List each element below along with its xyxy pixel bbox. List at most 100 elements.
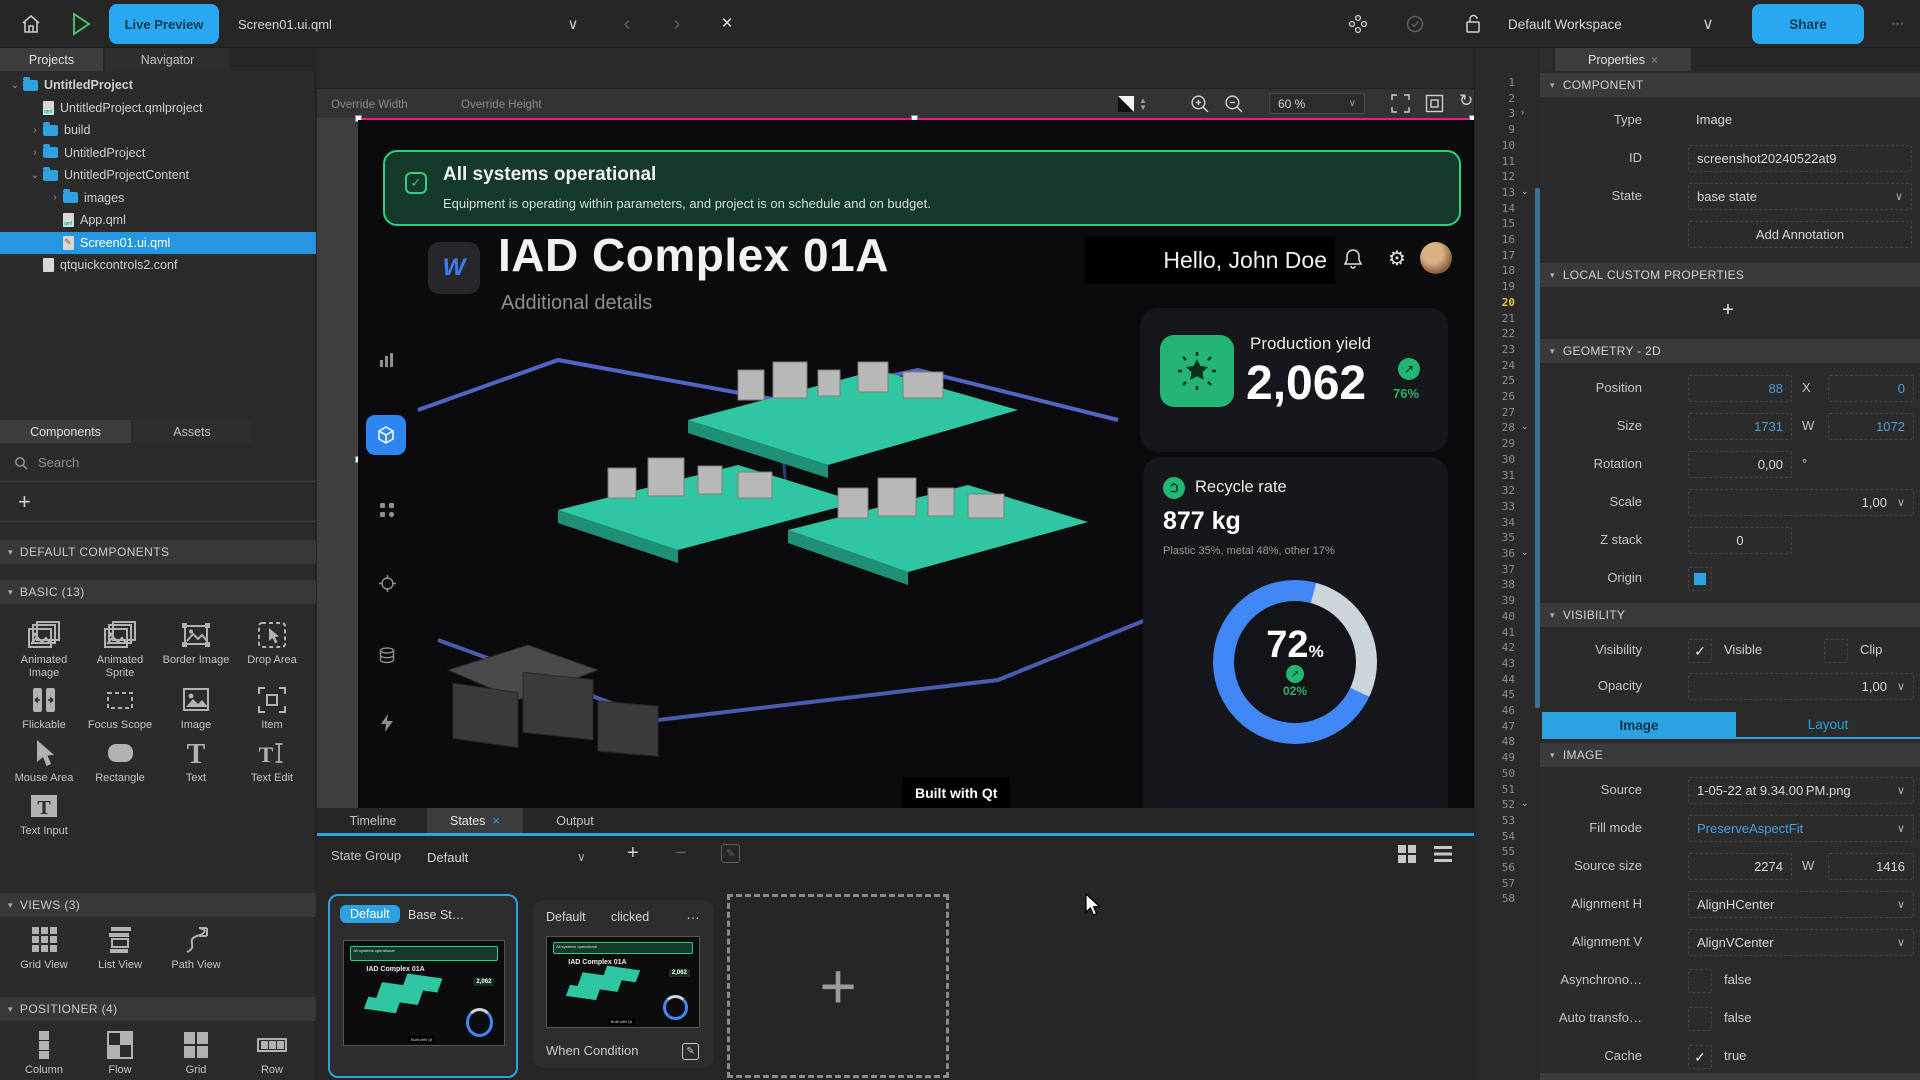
line-number-42[interactable]: 42: [1475, 641, 1515, 654]
line-number-31[interactable]: 31: [1475, 469, 1515, 482]
line-number-18[interactable]: 18: [1475, 264, 1515, 277]
fold-open-icon[interactable]: ⌄: [1521, 798, 1529, 809]
when-condition-label[interactable]: When Condition: [546, 1043, 639, 1058]
component-grid-view[interactable]: Grid View: [6, 925, 82, 972]
opacity-input[interactable]: 1,00∨: [1688, 673, 1914, 700]
position-y-input[interactable]: 0: [1828, 375, 1914, 402]
component-focus-scope[interactable]: Focus Scope: [82, 685, 158, 732]
line-number-9[interactable]: 9: [1475, 123, 1515, 136]
code-editor-gutter[interactable]: 123›910111213⌄14151617181920212223242526…: [1474, 48, 1540, 1080]
line-number-13[interactable]: 13: [1475, 186, 1515, 199]
line-number-41[interactable]: 41: [1475, 626, 1515, 639]
state-card-clicked[interactable]: Default clicked … All systems operationa…: [533, 900, 713, 1068]
line-number-1[interactable]: 1: [1475, 76, 1515, 89]
zoom-level-select[interactable]: 60 %∨: [1269, 93, 1365, 114]
tab-properties[interactable]: Properties×: [1555, 48, 1691, 71]
open-file-tab[interactable]: Screen01.ui.qml: [238, 0, 378, 48]
line-number-12[interactable]: 12: [1475, 170, 1515, 183]
line-number-40[interactable]: 40: [1475, 610, 1515, 623]
line-number-10[interactable]: 10: [1475, 139, 1515, 152]
tree-item-app-qml[interactable]: App.qml: [0, 209, 316, 232]
component-mouse-area[interactable]: Mouse Area: [6, 738, 82, 785]
component-border-image[interactable]: Border Image: [158, 620, 234, 679]
fit-screen-icon[interactable]: [1391, 94, 1410, 118]
line-number-14[interactable]: 14: [1475, 202, 1515, 215]
swatch-stepper-icon[interactable]: ▲▼: [1139, 97, 1147, 111]
component-column[interactable]: Column: [6, 1030, 82, 1077]
tree-item-screen01-ui-qml[interactable]: Screen01.ui.qml: [0, 232, 316, 255]
line-number-38[interactable]: 38: [1475, 578, 1515, 591]
source-size-h-input[interactable]: 1416: [1828, 853, 1914, 880]
line-number-54[interactable]: 54: [1475, 830, 1515, 843]
state-thumbnail[interactable]: All systems operational IAD Complex 01A …: [546, 936, 700, 1028]
section-views-3-[interactable]: ▾VIEWS (3): [0, 893, 316, 917]
fold-closed-icon[interactable]: ›: [1521, 107, 1524, 117]
tree-item-untitledproject[interactable]: ›UntitledProject: [0, 142, 316, 165]
size-w-input[interactable]: 1731: [1688, 413, 1792, 440]
close-document-icon[interactable]: ×: [712, 0, 742, 48]
line-number-3[interactable]: 3: [1475, 107, 1515, 120]
line-number-2[interactable]: 2: [1475, 92, 1515, 105]
component-rectangle[interactable]: Rectangle: [82, 738, 158, 785]
fold-open-icon[interactable]: ⌄: [1521, 421, 1529, 432]
section-default-components[interactable]: ▾DEFAULT COMPONENTS: [0, 540, 316, 564]
line-number-37[interactable]: 37: [1475, 563, 1515, 576]
line-number-34[interactable]: 34: [1475, 516, 1515, 529]
line-number-36[interactable]: 36: [1475, 547, 1515, 560]
tree-item-build[interactable]: ›build: [0, 119, 316, 142]
background-color-swatch-icon[interactable]: [1117, 95, 1135, 113]
line-number-48[interactable]: 48: [1475, 735, 1515, 748]
close-properties-tab-icon[interactable]: ×: [1651, 53, 1658, 67]
component-search-input[interactable]: Search: [0, 444, 316, 482]
chevron-right-icon[interactable]: ›: [30, 125, 40, 136]
component-text-input[interactable]: TText Input: [6, 791, 82, 838]
component-list-view[interactable]: List View: [82, 925, 158, 972]
file-dropdown-chevron-icon[interactable]: ∨: [558, 0, 588, 48]
line-number-43[interactable]: 43: [1475, 657, 1515, 670]
form-editor-canvas[interactable]: ✓ All systems operational Equipment is o…: [317, 118, 1474, 808]
close-states-tab-icon[interactable]: ×: [492, 813, 500, 828]
chevron-right-icon[interactable]: ›: [50, 192, 60, 203]
workspace-chevron-icon[interactable]: ∨: [1690, 0, 1726, 48]
chevron-down-icon[interactable]: ⌄: [10, 80, 20, 91]
subtab-layout[interactable]: Layout: [1736, 712, 1920, 739]
line-number-53[interactable]: 53: [1475, 814, 1515, 827]
line-number-58[interactable]: 58: [1475, 892, 1515, 905]
line-number-11[interactable]: 11: [1475, 155, 1515, 168]
line-number-24[interactable]: 24: [1475, 359, 1515, 372]
line-number-27[interactable]: 27: [1475, 406, 1515, 419]
line-number-19[interactable]: 19: [1475, 280, 1515, 293]
section-positioner-4-[interactable]: ▾POSITIONER (4): [0, 997, 316, 1021]
visible-checkbox[interactable]: ✓: [1688, 639, 1712, 663]
back-icon[interactable]: ‹: [612, 0, 642, 48]
line-number-23[interactable]: 23: [1475, 343, 1515, 356]
origin-center-toggle[interactable]: [1688, 567, 1712, 591]
component-image[interactable]: Image: [158, 685, 234, 732]
add-state-group-icon[interactable]: +: [627, 842, 639, 865]
rename-state-group-icon[interactable]: ✎: [721, 844, 740, 863]
state-chip-default[interactable]: Default: [340, 905, 400, 923]
component-drop-area[interactable]: Drop Area: [234, 620, 310, 679]
refresh-icon[interactable]: ↻: [1459, 91, 1473, 111]
clip-checkbox[interactable]: [1824, 639, 1848, 663]
fold-open-icon[interactable]: ⌄: [1521, 186, 1529, 197]
chevron-right-icon[interactable]: ›: [30, 147, 40, 158]
id-input[interactable]: screenshot20240522at9: [1688, 145, 1912, 172]
override-height-input[interactable]: Override Height: [461, 95, 542, 114]
forward-icon[interactable]: ›: [662, 0, 692, 48]
design-preview[interactable]: ✓ All systems operational Equipment is o…: [358, 120, 1474, 808]
auto-transform-checkbox[interactable]: [1688, 1007, 1712, 1031]
thumbnail-view-icon[interactable]: [1397, 844, 1417, 869]
share-button[interactable]: Share: [1752, 4, 1864, 44]
tree-item-qtquickcontrols2-conf[interactable]: qtquickcontrols2.conf: [0, 254, 316, 277]
tab-assets[interactable]: Assets: [133, 420, 251, 443]
line-number-21[interactable]: 21: [1475, 312, 1515, 325]
component-path-view[interactable]: Path View: [158, 925, 234, 972]
scale-input[interactable]: 1,00∨: [1688, 489, 1914, 516]
tab-projects[interactable]: Projects: [0, 48, 103, 71]
line-number-35[interactable]: 35: [1475, 531, 1515, 544]
edit-condition-icon[interactable]: ✎: [682, 1043, 699, 1060]
add-module-button[interactable]: +: [0, 482, 316, 522]
component-row[interactable]: Row: [234, 1030, 310, 1077]
component-flickable[interactable]: Flickable: [6, 685, 82, 732]
